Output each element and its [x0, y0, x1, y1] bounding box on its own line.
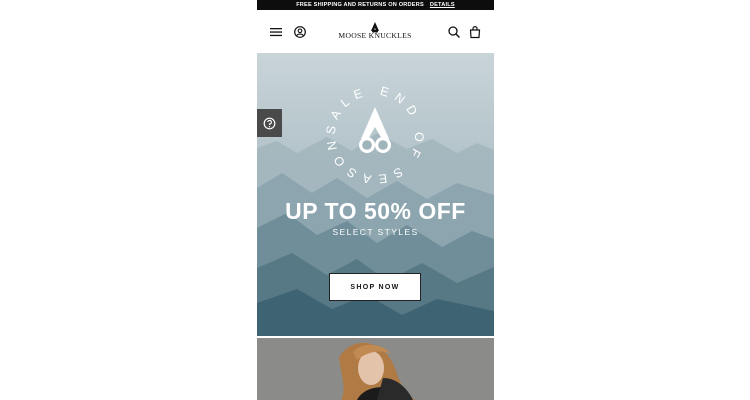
bag-icon[interactable] — [468, 25, 482, 39]
account-icon[interactable] — [293, 25, 307, 39]
menu-icon[interactable] — [269, 25, 283, 39]
help-tab[interactable] — [257, 109, 282, 137]
hero-banner[interactable]: SALE END OF SEASON UP TO 50% OFF SELECT … — [257, 53, 494, 336]
mobile-viewport: FREE SHIPPING AND RETURNS ON ORDERS DETA… — [257, 0, 494, 400]
question-icon — [263, 117, 276, 129]
shop-now-button[interactable]: SHOP NOW — [329, 273, 421, 301]
promo-details-link[interactable]: DETAILS — [430, 2, 455, 8]
promo-text: FREE SHIPPING AND RETURNS ON ORDERS — [296, 2, 424, 8]
search-icon[interactable] — [447, 25, 461, 39]
site-header: MOOSE KNUCKLES — [257, 10, 494, 53]
hero-subheadline: SELECT STYLES — [332, 227, 419, 237]
hero-headline: UP TO 50% OFF — [285, 198, 466, 224]
moose-emblem-icon — [359, 107, 391, 153]
badge-ring-text: SALE END OF SEASON — [323, 84, 426, 187]
secondary-banner-image[interactable] — [257, 338, 494, 400]
brand-logo[interactable]: MOOSE KNUCKLES — [329, 22, 421, 42]
sale-badge: SALE END OF SEASON — [323, 84, 426, 187]
brand-wordmark: MOOSE KNUCKLES — [338, 31, 412, 40]
model-photo — [257, 338, 494, 400]
promo-bar: FREE SHIPPING AND RETURNS ON ORDERS DETA… — [257, 0, 494, 10]
